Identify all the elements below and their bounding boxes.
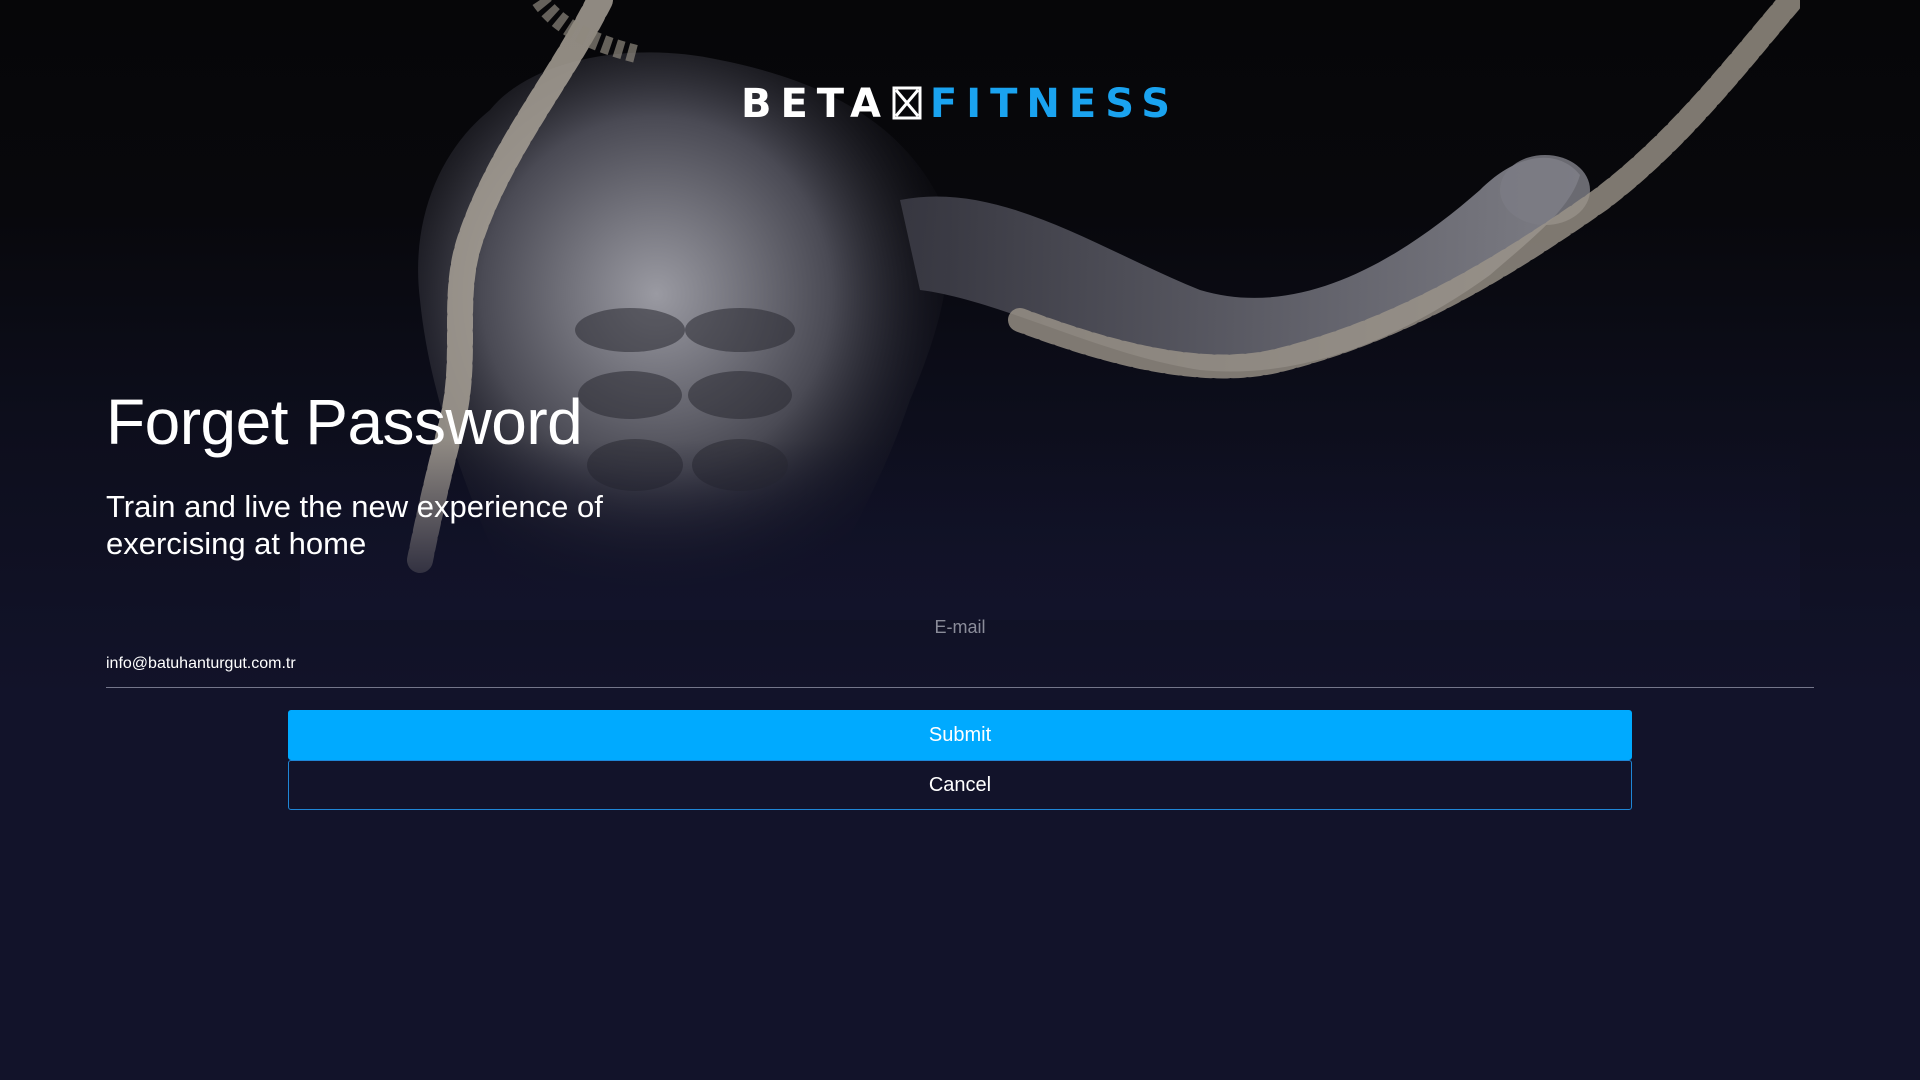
email-label: E-mail	[934, 617, 986, 637]
logo-text-beta: BETA	[740, 81, 890, 127]
forget-password-page: BETA FITNESS Forget Password Train and l…	[0, 0, 1920, 1080]
email-field[interactable]	[106, 648, 1814, 688]
logo-text-fitness: FITNESS	[929, 81, 1180, 127]
submit-button[interactable]: Submit	[288, 710, 1632, 760]
brand-logo: BETA FITNESS	[0, 78, 1920, 130]
page-title: Forget Password	[106, 386, 583, 458]
cancel-button[interactable]: Cancel	[288, 760, 1632, 810]
page-subtitle: Train and live the new experience of exe…	[106, 489, 603, 561]
boxed-x-icon	[892, 86, 922, 120]
